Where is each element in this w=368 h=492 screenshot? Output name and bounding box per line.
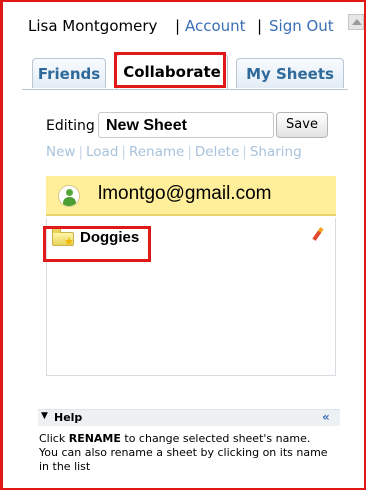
- rename-action[interactable]: Rename: [129, 144, 184, 160]
- separator: |: [175, 17, 181, 35]
- sheet-name-field[interactable]: New Sheet: [98, 112, 274, 138]
- help-text-keyword: RENAME: [68, 432, 121, 445]
- delete-action[interactable]: Delete: [195, 144, 239, 160]
- tab-my-sheets[interactable]: My Sheets: [236, 58, 344, 88]
- star-icon: ★: [64, 235, 74, 248]
- tab-friends[interactable]: Friends: [32, 58, 106, 88]
- help-title: Help: [54, 411, 83, 424]
- new-action[interactable]: New: [46, 144, 75, 160]
- tab-bar: Friends Collaborate My Sheets: [22, 50, 348, 90]
- tab-divider: [22, 89, 348, 90]
- help-panel-header[interactable]: ▼ Help «: [38, 409, 340, 426]
- load-action[interactable]: Load: [86, 144, 118, 160]
- editing-label: Editing: [46, 118, 95, 134]
- save-button[interactable]: Save: [276, 112, 328, 138]
- triangle-down-icon: ▼: [41, 411, 48, 421]
- separator: |: [78, 144, 84, 160]
- account-link[interactable]: Account: [185, 17, 246, 35]
- separator: |: [242, 144, 247, 160]
- account-bar: Lisa Montgomery | Account | Sign Out: [22, 6, 342, 44]
- separator: |: [187, 144, 192, 160]
- sharing-action[interactable]: Sharing: [250, 144, 302, 160]
- user-name: Lisa Montgomery: [28, 17, 158, 35]
- help-text: Click RENAME to change selected sheet's …: [39, 432, 339, 474]
- help-text-part: You can also rename a sheet by clicking …: [39, 446, 328, 473]
- help-text-part: Click: [39, 432, 69, 445]
- separator: |: [121, 144, 126, 160]
- collaborator-email: lmontgo@gmail.com: [98, 183, 272, 204]
- user-icon: [58, 185, 80, 207]
- scroll-up-arrow-icon[interactable]: [348, 14, 364, 30]
- help-text-part: to change selected sheet's name.: [120, 432, 311, 445]
- tab-collaborate[interactable]: Collaborate: [116, 54, 228, 90]
- sign-out-link[interactable]: Sign Out: [269, 17, 334, 35]
- sheet-actions: New | Load | Rename | Delete | Sharing: [46, 144, 302, 160]
- separator: |: [257, 17, 263, 35]
- collapse-icon[interactable]: «: [322, 410, 330, 424]
- collaborator-card[interactable]: lmontgo@gmail.com: [46, 176, 336, 216]
- sheet-item-doggies[interactable]: Doggies: [80, 229, 139, 246]
